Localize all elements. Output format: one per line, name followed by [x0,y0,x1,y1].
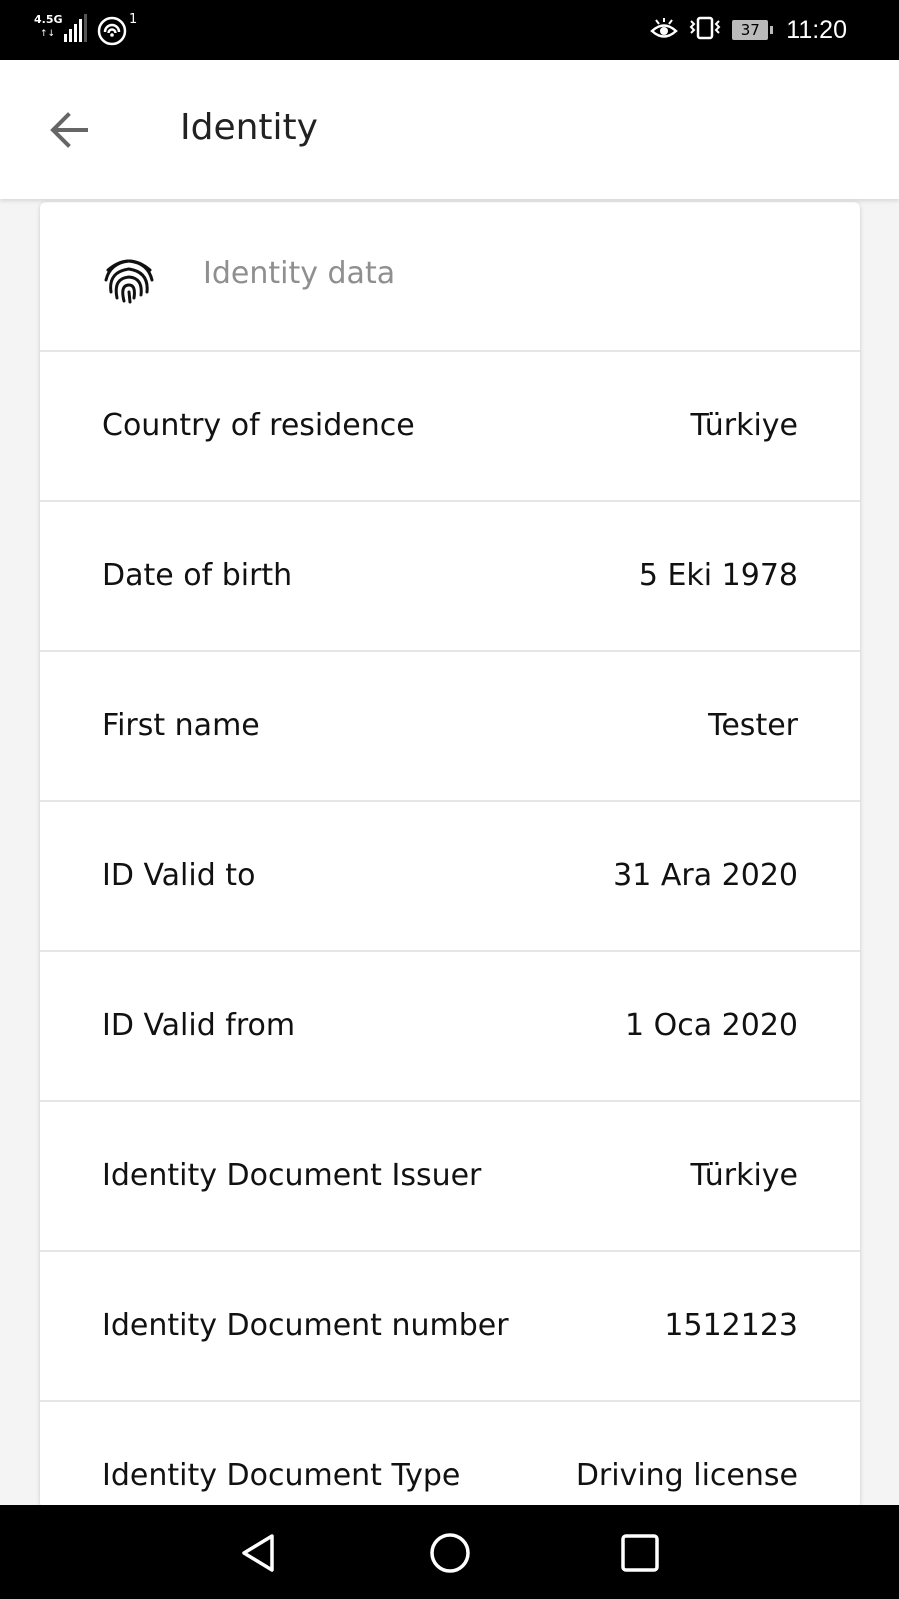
battery-level: 37 [740,21,760,39]
identity-row-date-of-birth[interactable]: Date of birth 5 Eki 1978 [40,502,860,652]
card-header: Identity data [40,202,860,352]
row-label: Date of birth [102,558,293,593]
row-value: Driving license [575,1458,798,1493]
vibrate-icon [688,16,722,44]
row-value: 31 Ara 2020 [613,858,798,893]
nav-home-icon[interactable] [428,1531,472,1575]
row-label: First name [102,708,260,743]
page-title: Identity [180,107,318,148]
status-bar: 4.5G ↑↓ 1 37 11:20 [0,0,899,60]
battery-icon: 37 [732,20,774,40]
hotspot-icon: 1 [95,12,137,50]
row-value: Türkiye [690,1158,798,1193]
arrow-left-icon [50,112,88,148]
section-title: Identity data [203,256,396,291]
signal-icon [64,14,87,42]
row-label: ID Valid to [102,858,256,893]
identity-row-document-number[interactable]: Identity Document number 1512123 [40,1252,860,1402]
hotspot-count: 1 [129,12,138,27]
identity-screen: 4.5G ↑↓ 1 37 11:20 Identity Identity dat… [0,0,899,1599]
row-value: Türkiye [690,408,798,443]
row-value: 1512123 [664,1308,798,1343]
identity-row-first-name[interactable]: First name Tester [40,652,860,802]
fingerprint-icon [104,259,154,304]
eye-comfort-icon [650,16,679,44]
row-value: 5 Eki 1978 [638,558,798,593]
app-bar: Identity [0,60,899,199]
row-label: Identity Document number [102,1308,509,1343]
network-type-label: 4.5G [34,13,63,26]
row-label: Identity Document Type [102,1458,461,1493]
status-right: 37 11:20 [650,16,847,44]
identity-row-id-valid-from[interactable]: ID Valid from 1 Oca 2020 [40,952,860,1102]
identity-row-document-type[interactable]: Identity Document Type Driving license [40,1402,860,1508]
nav-recents-icon[interactable] [620,1533,660,1573]
back-button[interactable] [44,104,96,156]
network-type-indicator: 4.5G ↑↓ [34,14,64,44]
row-label: ID Valid from [102,1008,296,1043]
clock: 11:20 [786,15,847,44]
row-label: Identity Document Issuer [102,1158,482,1193]
identity-row-id-valid-to[interactable]: ID Valid to 31 Ara 2020 [40,802,860,952]
identity-data-card: Identity data Country of residence Türki… [40,202,860,1508]
row-value: Tester [708,708,798,743]
identity-row-country-of-residence[interactable]: Country of residence Türkiye [40,352,860,502]
navigation-bar [0,1505,899,1599]
nav-back-icon[interactable] [236,1531,280,1575]
data-activity-icon: ↑↓ [40,29,56,39]
row-label: Country of residence [102,408,415,443]
row-value: 1 Oca 2020 [625,1008,798,1043]
identity-row-document-issuer[interactable]: Identity Document Issuer Türkiye [40,1102,860,1252]
status-left: 4.5G ↑↓ 1 [34,12,137,50]
